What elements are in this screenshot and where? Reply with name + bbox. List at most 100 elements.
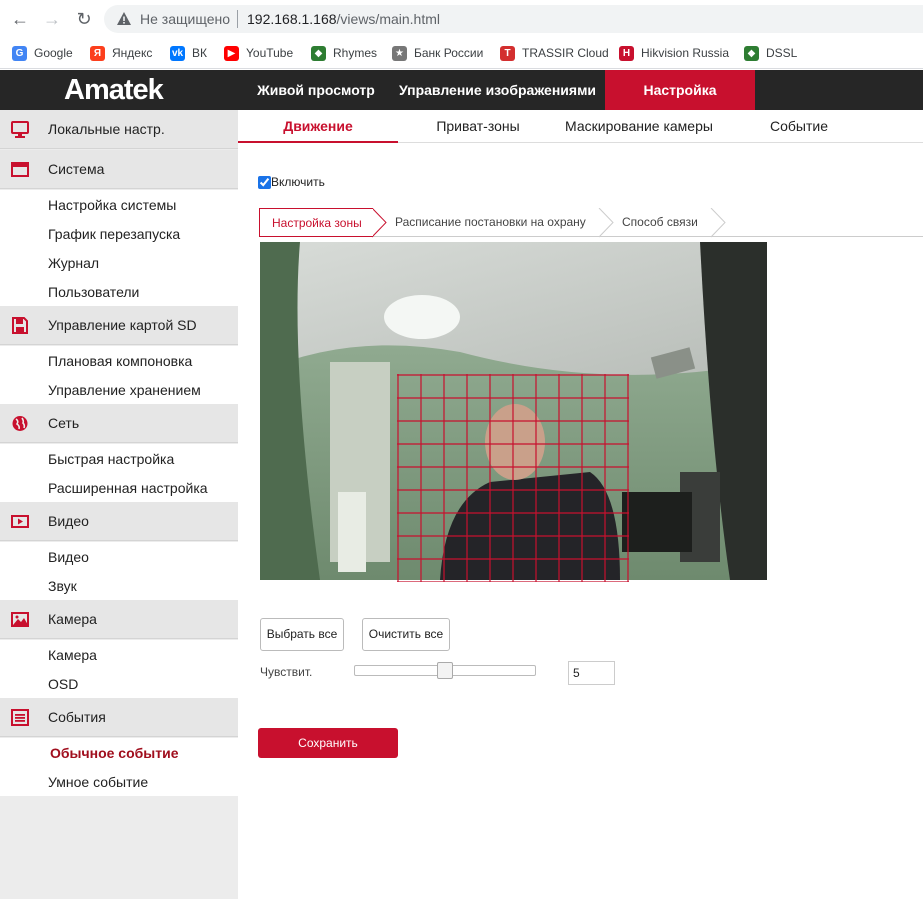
bookmarks-bar: G Google Я Яндекс vk ВК ▶ YouTube ◆ Rhymes ★ Банк Р…: [0, 38, 923, 69]
sidebar-item-system-settings[interactable]: Настройка системы: [0, 190, 238, 219]
sidebar-item-osd[interactable]: OSD: [0, 669, 238, 698]
bookmark-yandex[interactable]: Я Яндекс: [90, 44, 152, 62]
bookmark-label: YouTube: [246, 46, 294, 60]
sidebar-section-video[interactable]: Видео: [0, 502, 238, 541]
dssl-icon: ◆: [744, 45, 759, 61]
sidebar-section-camera[interactable]: Камера: [0, 600, 238, 639]
bookmark-hikvision[interactable]: H Hikvision Russia: [619, 44, 729, 62]
warning-icon[interactable]: [116, 11, 132, 27]
save-button[interactable]: Сохранить: [258, 728, 398, 758]
tab-event[interactable]: Событие: [748, 110, 850, 143]
sidebar-section-label: Сеть: [48, 415, 80, 431]
sensitivity-label: Чувствит.: [260, 665, 313, 679]
sidebar-item-log[interactable]: Журнал: [0, 248, 238, 277]
sidebar-subgroup-sd: Плановая компоновка Управление хранением: [0, 346, 238, 404]
bookmark-rhymes[interactable]: ◆ Rhymes: [311, 44, 377, 62]
browser-address-bar: ← → ↻ Не защищено 192.168.1.168/views/ma…: [0, 0, 923, 38]
nav-image-management[interactable]: Управление изображениями: [390, 70, 605, 110]
bookmark-label: Яндекс: [112, 46, 153, 60]
sidebar-item-storage-management[interactable]: Управление хранением: [0, 375, 238, 404]
sidebar-subgroup-events: Обычное событие Умное событие: [0, 738, 238, 796]
step-linkage-method[interactable]: Способ связи: [610, 208, 720, 237]
nav-settings[interactable]: Настройка: [605, 70, 755, 110]
bookmark-label: Hikvision Russia: [641, 46, 730, 60]
bookmark-bank-russia[interactable]: ★ Банк России: [392, 44, 483, 62]
bank-russia-icon: ★: [392, 45, 407, 61]
tab-privacy-zones[interactable]: Приват-зоны: [418, 110, 538, 143]
reload-icon[interactable]: ↻: [74, 9, 94, 29]
sidebar-item-label: Умное событие: [48, 774, 149, 790]
hikvision-icon: H: [619, 45, 634, 61]
sidebar-section-system[interactable]: Система: [0, 150, 238, 189]
sidebar-item-planned-layout[interactable]: Плановая компоновка: [0, 346, 238, 375]
video-icon: [11, 515, 29, 528]
motion-zone-grid[interactable]: [397, 374, 631, 582]
bookmark-label: DSSL: [766, 46, 798, 60]
sidebar-item-camera[interactable]: Камера: [0, 640, 238, 669]
sidebar-item-label: График перезапуска: [48, 226, 181, 242]
sidebar-item-audio[interactable]: Звук: [0, 571, 238, 600]
tab-motion[interactable]: Движение: [238, 110, 398, 143]
sidebar-section-network[interactable]: Сеть: [0, 404, 238, 443]
url-omnibox[interactable]: Не защищено 192.168.1.168/views/main.htm…: [104, 5, 923, 33]
vk-icon: vk: [170, 45, 185, 61]
step-arming-schedule[interactable]: Расписание постановки на охрану: [383, 208, 603, 237]
sidebar-item-quick-setup[interactable]: Быстрая настройка: [0, 444, 238, 473]
sidebar-subgroup-camera: Камера OSD: [0, 640, 238, 698]
sidebar-item-video[interactable]: Видео: [0, 542, 238, 571]
url-host: 192.168.1.168: [247, 11, 337, 27]
step-tabs: Настройка зоны Расписание постановки на …: [259, 208, 923, 238]
rhymes-icon: ◆: [311, 45, 326, 61]
monitor-icon: [11, 121, 29, 138]
sidebar-item-advanced-setup[interactable]: Расширенная настройка: [0, 473, 238, 502]
step-zone-setup[interactable]: Настройка зоны: [259, 208, 373, 237]
sidebar-item-users[interactable]: Пользователи: [0, 277, 238, 306]
tab-camera-tampering[interactable]: Маскирование камеры: [553, 110, 725, 143]
bookmark-label: Банк России: [414, 46, 484, 60]
bookmark-google[interactable]: G Google: [12, 44, 73, 62]
event-tabs: Движение Приват-зоны Маскирование камеры…: [238, 110, 923, 143]
yandex-icon: Я: [90, 45, 105, 61]
bookmark-label: Rhymes: [333, 46, 378, 60]
sidebar-subgroup-system: Настройка системы График перезапуска Жур…: [0, 190, 238, 306]
sidebar-section-events[interactable]: События: [0, 698, 238, 737]
sidebar-subgroup-video: Видео Звук: [0, 542, 238, 600]
sidebar-item-label: Журнал: [48, 255, 100, 271]
bookmark-dssl[interactable]: ◆ DSSL: [744, 44, 797, 62]
enable-toggle[interactable]: Включить: [258, 175, 325, 189]
google-icon: G: [12, 45, 27, 61]
sidebar-section-label: Управление картой SD: [48, 317, 197, 333]
enable-checkbox[interactable]: [258, 175, 271, 189]
sidebar-section-sd-card[interactable]: Управление картой SD: [0, 306, 238, 345]
bookmark-trassir[interactable]: T TRASSIR Cloud: [500, 44, 609, 62]
app-header: Amatek Живой просмотр Управление изображ…: [0, 70, 923, 110]
sensitivity-slider-thumb[interactable]: [437, 662, 453, 679]
sidebar-item-label: Расширенная настройка: [48, 480, 208, 496]
nav-live-view[interactable]: Живой просмотр: [245, 70, 387, 110]
image-icon: [11, 612, 29, 627]
sidebar: Локальные настр. Система Настройка систе…: [0, 110, 238, 899]
sidebar-section-local[interactable]: Локальные настр.: [0, 110, 238, 149]
sidebar-item-label: Настройка системы: [48, 197, 177, 213]
url-text[interactable]: 192.168.1.168/views/main.html: [247, 11, 440, 27]
sidebar-item-label: Пользователи: [48, 284, 140, 300]
trassir-icon: T: [500, 45, 515, 61]
sidebar-item-label: Звук: [48, 578, 77, 594]
back-arrow-icon[interactable]: ←: [10, 9, 30, 29]
select-all-button[interactable]: Выбрать все: [260, 618, 344, 651]
sidebar-item-smart-event[interactable]: Умное событие: [0, 767, 238, 796]
sidebar-section-label: Локальные настр.: [48, 121, 165, 137]
sidebar-item-label: Плановая компоновка: [48, 353, 193, 369]
sidebar-item-reboot-schedule[interactable]: График перезапуска: [0, 219, 238, 248]
bookmark-youtube[interactable]: ▶ YouTube: [224, 44, 293, 62]
forward-arrow-icon[interactable]: →: [42, 9, 62, 29]
sidebar-item-regular-event[interactable]: Обычное событие: [0, 738, 238, 767]
clear-all-button[interactable]: Очистить все: [362, 618, 450, 651]
enable-label: Включить: [271, 175, 325, 189]
bookmark-vk[interactable]: vk ВК: [170, 44, 207, 62]
sidebar-subgroup-network: Быстрая настройка Расширенная настройка: [0, 444, 238, 502]
events-icon: [11, 709, 29, 726]
sensitivity-value-input[interactable]: 5: [568, 661, 615, 685]
sidebar-item-label: Видео: [48, 549, 89, 565]
sidebar-section-label: Камера: [48, 611, 97, 627]
